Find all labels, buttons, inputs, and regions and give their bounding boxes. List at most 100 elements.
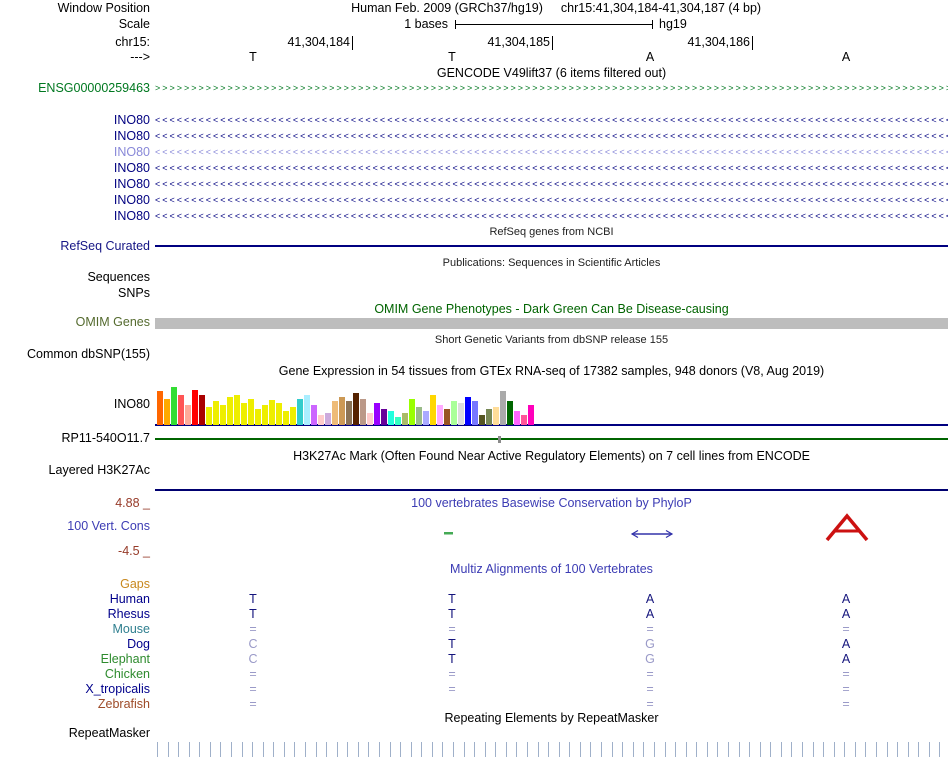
species-label-elephant[interactable]: Elephant [0, 653, 150, 666]
scale-bar-line [456, 24, 652, 25]
gene-strand-arrows[interactable]: <<<<<<<<<<<<<<<<<<<<<<<<<<<<<<<<<<<<<<<<… [155, 194, 948, 207]
gene-strand-arrows[interactable]: <<<<<<<<<<<<<<<<<<<<<<<<<<<<<<<<<<<<<<<<… [155, 162, 948, 175]
guideline-tick [633, 742, 634, 757]
refseq-track-title[interactable]: RefSeq genes from NCBI [155, 226, 948, 239]
alignment-base: T [448, 592, 456, 606]
gene-label-ino80[interactable]: INO80 [0, 194, 150, 207]
gtex-track-title[interactable]: Gene Expression in 54 tissues from GTEx … [155, 365, 948, 378]
repeatmasker-track-title[interactable]: Repeating Elements by RepeatMasker [155, 712, 948, 725]
common-dbsnp-label[interactable]: Common dbSNP(155) [0, 348, 150, 361]
gene-label-ino80[interactable]: INO80 [0, 178, 150, 191]
alignment-base: T [448, 607, 456, 621]
coordinate-tick: 41,304,186 [604, 36, 753, 50]
guideline-tick [284, 742, 285, 757]
guideline-tick [622, 742, 623, 757]
lincrna-gene-line[interactable] [155, 438, 948, 440]
dbsnp-track-title[interactable]: Short Genetic Variants from dbSNP releas… [155, 334, 948, 347]
gtex-expression-bar [339, 397, 345, 425]
guideline-tick [368, 742, 369, 757]
gene-label-ino80[interactable]: INO80 [0, 130, 150, 143]
guideline-tick [876, 742, 877, 757]
gtex-expression-bar [241, 403, 247, 425]
guideline-tick [569, 742, 570, 757]
h3k27ac-track-title[interactable]: H3K27Ac Mark (Often Found Near Active Re… [155, 450, 948, 463]
strand-arrow: ---> [130, 50, 150, 64]
alignment-base: = [646, 697, 654, 711]
guideline-tick [199, 742, 200, 757]
alignment-base: = [646, 622, 654, 636]
sequences-label[interactable]: Sequences [0, 271, 150, 284]
guideline-tick [495, 742, 496, 757]
gencode-track-title[interactable]: GENCODE V49lift37 (6 items filtered out) [155, 67, 948, 80]
multiz-track-title[interactable]: Multiz Alignments of 100 Vertebrates [155, 563, 948, 576]
gtex-gene-label[interactable]: INO80 [0, 398, 150, 411]
conservation-track-title[interactable]: 100 vertebrates Basewise Conservation by… [155, 497, 948, 510]
guideline-tick [326, 742, 327, 757]
species-label-mouse[interactable]: Mouse [0, 623, 150, 636]
conservation-peak-shape [825, 513, 869, 542]
guideline-tick [834, 742, 835, 757]
refseq-gene-line[interactable] [155, 245, 948, 247]
omim-genes-label[interactable]: OMIM Genes [0, 316, 150, 329]
lincrna-label[interactable]: RP11-540O11.7 [0, 432, 150, 445]
conservation-plot [444, 513, 869, 542]
gtex-expression-bar [199, 395, 205, 425]
species-label-zebrafish[interactable]: Zebrafish [0, 698, 150, 711]
gtex-expression-bar [164, 399, 170, 425]
refseq-curated-label[interactable]: RefSeq Curated [0, 240, 150, 253]
gtex-expression-bar [220, 405, 226, 425]
species-label-human[interactable]: Human [0, 593, 150, 606]
omim-track-title[interactable]: OMIM Gene Phenotypes - Dark Green Can Be… [155, 303, 948, 316]
snps-label[interactable]: SNPs [0, 287, 150, 300]
guideline-tick [548, 742, 549, 757]
species-label-rhesus[interactable]: Rhesus [0, 608, 150, 621]
alignment-base: G [645, 652, 655, 666]
species-label-dog[interactable]: Dog [0, 638, 150, 651]
omim-gene-bar[interactable] [155, 318, 948, 329]
gtex-expression-bar [178, 395, 184, 425]
h3k27ac-signal-baseline[interactable] [155, 489, 948, 491]
gene-strand-arrows[interactable]: <<<<<<<<<<<<<<<<<<<<<<<<<<<<<<<<<<<<<<<<… [155, 146, 948, 159]
gene-strand-arrows[interactable]: <<<<<<<<<<<<<<<<<<<<<<<<<<<<<<<<<<<<<<<<… [155, 130, 948, 143]
layered-h3k27ac-label[interactable]: Layered H3K27Ac [0, 464, 150, 477]
gtex-expression-bar [227, 397, 233, 425]
guideline-tick [580, 742, 581, 757]
gene-label-ino80[interactable]: INO80 [0, 162, 150, 175]
window-position-label: Window Position [57, 1, 150, 15]
guideline-tick [897, 742, 898, 757]
guideline-tick [707, 742, 708, 757]
gtex-expression-bar [402, 413, 408, 425]
gene-label-ino80[interactable]: INO80 [0, 210, 150, 223]
guideline-tick [210, 742, 211, 757]
gtex-expression-bar [493, 407, 499, 425]
alignment-base: = [448, 682, 456, 696]
guideline-tick [474, 742, 475, 757]
alignment-base: A [841, 637, 851, 651]
gene-strand-arrows[interactable]: >>>>>>>>>>>>>>>>>>>>>>>>>>>>>>>>>>>>>>>>… [155, 82, 948, 95]
publications-track-title[interactable]: Publications: Sequences in Scientific Ar… [155, 257, 948, 270]
alignment-base: = [249, 697, 257, 711]
alignment-base: A [645, 607, 655, 621]
species-label-x_tropicalis[interactable]: X_tropicalis [0, 683, 150, 696]
gtex-expression-bar [500, 391, 506, 425]
gene-label-ino80[interactable]: INO80 [0, 114, 150, 127]
gtex-expression-bar [486, 409, 492, 425]
scale-assembly: hg19 [659, 17, 687, 31]
gtex-expression-bar [381, 409, 387, 425]
vert-cons-label[interactable]: 100 Vert. Cons [0, 520, 150, 533]
gtex-expression-bar [325, 413, 331, 425]
gaps-label[interactable]: Gaps [0, 578, 150, 591]
gene-strand-arrows[interactable]: <<<<<<<<<<<<<<<<<<<<<<<<<<<<<<<<<<<<<<<<… [155, 178, 948, 191]
gene-strand-arrows[interactable]: <<<<<<<<<<<<<<<<<<<<<<<<<<<<<<<<<<<<<<<<… [155, 210, 948, 223]
gene-strand-arrows[interactable]: <<<<<<<<<<<<<<<<<<<<<<<<<<<<<<<<<<<<<<<<… [155, 114, 948, 127]
gtex-expression-bar [374, 403, 380, 425]
guideline-tick [939, 742, 940, 757]
alignment-base: = [842, 697, 850, 711]
species-label-chicken[interactable]: Chicken [0, 668, 150, 681]
gene-label-ino80[interactable]: INO80 [0, 146, 150, 159]
conservation-axis-max: 4.88 _ [115, 496, 150, 510]
gene-label-ensg00000259463[interactable]: ENSG00000259463 [0, 82, 150, 95]
gtex-expression-bar [255, 409, 261, 425]
sequence-base: T [448, 50, 456, 64]
repeatmasker-label[interactable]: RepeatMasker [0, 727, 150, 740]
